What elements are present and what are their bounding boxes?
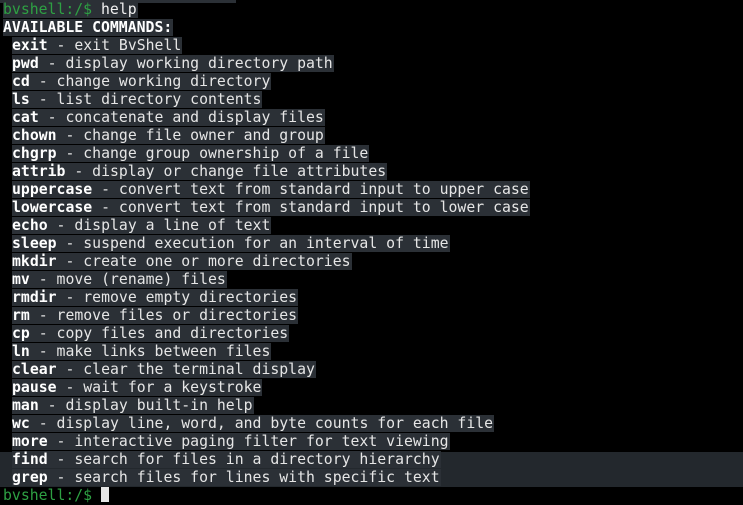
input-line[interactable]: bvshell:/$ bbox=[3, 487, 743, 505]
command-description: - remove files or directories bbox=[29, 307, 298, 324]
command-description: - display or change file attributes bbox=[65, 163, 387, 180]
command-description: - change group ownership of a file bbox=[56, 145, 369, 162]
command-description: - change working directory bbox=[29, 73, 271, 90]
command-name: man bbox=[12, 397, 39, 414]
command-description: - make links between files bbox=[29, 343, 271, 360]
command-line: exit - exit BvShell bbox=[3, 37, 743, 55]
command-name: more bbox=[12, 433, 48, 450]
typed-command: help bbox=[101, 1, 137, 18]
command-line: rm - remove files or directories bbox=[3, 307, 743, 325]
command-line: rmdir - remove empty directories bbox=[3, 289, 743, 307]
command-name: wc bbox=[12, 415, 30, 432]
command-description: - display line, word, and byte counts fo… bbox=[29, 415, 494, 432]
command-line: chown - change file owner and group bbox=[3, 127, 743, 145]
command-name: ln bbox=[12, 343, 30, 360]
command-line: cat - concatenate and display files bbox=[3, 109, 743, 127]
command-description: - suspend execution for an interval of t… bbox=[56, 235, 449, 252]
command-line: pwd - display working directory path bbox=[3, 55, 743, 73]
command-line: more - interactive paging filter for tex… bbox=[3, 433, 743, 451]
command-description: - list directory contents bbox=[29, 91, 262, 108]
command-line: echo - display a line of text bbox=[3, 217, 743, 235]
command-name: uppercase bbox=[12, 181, 93, 198]
command-description: - exit BvShell bbox=[47, 37, 182, 54]
command-line: sleep - suspend execution for an interva… bbox=[3, 235, 743, 253]
command-line: mkdir - create one or more directories bbox=[3, 253, 743, 271]
command-line: mv - move (rename) files bbox=[3, 271, 743, 289]
command-line: chgrp - change group ownership of a file bbox=[3, 145, 743, 163]
command-name: find bbox=[12, 451, 48, 468]
command-name: pause bbox=[12, 379, 57, 396]
command-description: - move (rename) files bbox=[29, 271, 226, 288]
command-line: ls - list directory contents bbox=[3, 91, 743, 109]
command-description: - wait for a keystroke bbox=[56, 379, 262, 396]
command-line: wc - display line, word, and byte counts… bbox=[3, 415, 743, 433]
command-description: - display built-in help bbox=[38, 397, 253, 414]
command-name: echo bbox=[12, 217, 48, 234]
command-name: cp bbox=[12, 325, 30, 342]
shell-prompt: bvshell:/$ bbox=[3, 487, 101, 504]
command-name: clear bbox=[12, 361, 57, 378]
command-line: cd - change working directory bbox=[3, 73, 743, 91]
command-name: lowercase bbox=[12, 199, 93, 216]
command-name: chown bbox=[12, 127, 57, 144]
help-header: AVAILABLE COMMANDS: bbox=[3, 19, 174, 36]
command-name: ls bbox=[12, 91, 30, 108]
shell-prompt: bvshell:/$ bbox=[3, 1, 101, 18]
command-description: - convert text from standard input to up… bbox=[92, 181, 529, 198]
command-line: ln - make links between files bbox=[3, 343, 743, 361]
command-description: - search for files in a directory hierar… bbox=[47, 451, 440, 468]
command-description: - display a line of text bbox=[47, 217, 271, 234]
command-line: lowercase - convert text from standard i… bbox=[3, 199, 743, 217]
command-name: exit bbox=[12, 37, 48, 54]
command-description: - create one or more directories bbox=[56, 253, 351, 270]
command-name: cat bbox=[12, 109, 39, 126]
command-name: pwd bbox=[12, 55, 39, 72]
command-line: clear - clear the terminal display bbox=[3, 361, 743, 379]
command-line: cp - copy files and directories bbox=[3, 325, 743, 343]
command-name: rmdir bbox=[12, 289, 57, 306]
command-name: mv bbox=[12, 271, 30, 288]
command-name: mkdir bbox=[12, 253, 57, 270]
command-description: - convert text from standard input to lo… bbox=[92, 199, 529, 216]
command-name: cd bbox=[12, 73, 30, 90]
command-list: exit - exit BvShell pwd - display workin… bbox=[3, 37, 743, 487]
command-line: attrib - display or change file attribut… bbox=[3, 163, 743, 181]
command-name: attrib bbox=[12, 163, 66, 180]
command-description: - display working directory path bbox=[38, 55, 333, 72]
command-line: uppercase - convert text from standard i… bbox=[3, 181, 743, 199]
command-description: - copy files and directories bbox=[29, 325, 289, 342]
command-line: find - search for files in a directory h… bbox=[3, 451, 743, 469]
command-name: grep bbox=[12, 469, 48, 486]
command-description: - interactive paging filter for text vie… bbox=[47, 433, 449, 450]
command-line: pause - wait for a keystroke bbox=[3, 379, 743, 397]
prompt-line: bvshell:/$ help bbox=[3, 1, 743, 19]
text-cursor bbox=[101, 487, 109, 502]
command-name: chgrp bbox=[12, 145, 57, 162]
command-line: man - display built-in help bbox=[3, 397, 743, 415]
command-description: - clear the terminal display bbox=[56, 361, 315, 378]
command-description: - change file owner and group bbox=[56, 127, 324, 144]
command-name: sleep bbox=[12, 235, 57, 252]
command-line: grep - search files for lines with speci… bbox=[3, 469, 743, 487]
command-name: rm bbox=[12, 307, 30, 324]
terminal-output[interactable]: bvshell:/$ help AVAILABLE COMMANDS: exit… bbox=[3, 1, 743, 505]
command-description: - search files for lines with specific t… bbox=[47, 469, 440, 486]
command-description: - remove empty directories bbox=[56, 289, 298, 306]
command-description: - concatenate and display files bbox=[38, 109, 324, 126]
